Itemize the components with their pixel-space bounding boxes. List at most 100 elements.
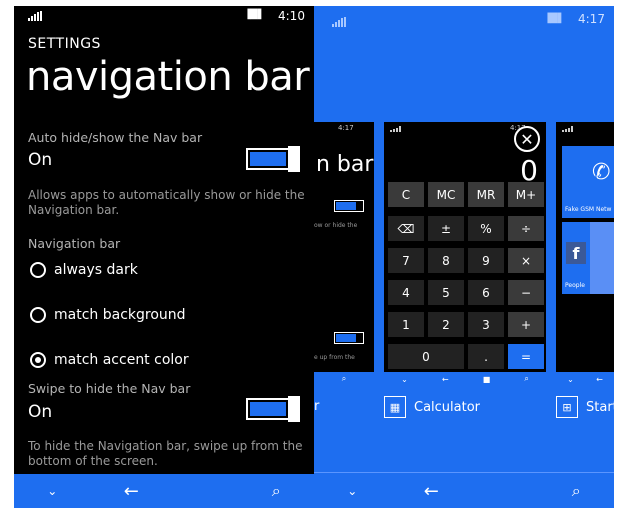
clock: 4:17 — [578, 12, 605, 26]
search-icon: ⌕ — [341, 374, 347, 383]
calc-key[interactable]: % — [468, 216, 504, 241]
calc-key[interactable]: 5 — [428, 280, 464, 305]
close-icon[interactable]: ✕ — [514, 126, 540, 152]
calculator-card-label[interactable]: ▦ Calculator — [384, 396, 480, 418]
signal-icon — [390, 126, 401, 132]
toggle-fill — [250, 152, 286, 166]
chevron-down-icon: ⌄ — [401, 374, 408, 384]
tile-label: Fake GSM Netw — [565, 206, 612, 213]
calc-key[interactable]: 3 — [468, 312, 504, 337]
radio-label: match background — [54, 307, 186, 323]
calc-key[interactable]: 6 — [468, 280, 504, 305]
people-tile: f People — [562, 222, 614, 294]
page-header: SETTINGS — [28, 36, 101, 52]
back-arrow-icon: ← — [441, 374, 449, 384]
swipe-hide-description: To hide the Navigation bar, swipe up fro… — [28, 439, 303, 468]
calc-key[interactable]: 9 — [468, 248, 504, 273]
calc-key[interactable]: . — [468, 344, 504, 369]
swipe-hide-label: Swipe to hide the Nav bar — [28, 381, 191, 396]
calc-key[interactable]: M+ — [508, 182, 544, 207]
search-icon[interactable]: ⌕ — [572, 481, 581, 501]
radio-match-background[interactable]: match background — [30, 307, 186, 323]
battery-icon: ▐█▌ — [244, 10, 265, 20]
calc-key[interactable]: 7 — [388, 248, 424, 273]
radio-label: always dark — [54, 262, 138, 278]
radio-match-accent-color[interactable]: match accent color — [30, 352, 189, 368]
toggle-knob — [288, 396, 300, 422]
app-name: Calculator — [414, 399, 481, 415]
page-title: navigation bar — [26, 54, 310, 100]
signal-icon — [332, 17, 346, 27]
phone-icon: ✆ — [592, 160, 611, 185]
back-arrow-icon: ← — [596, 374, 603, 384]
mini-toggle — [334, 200, 364, 212]
facebook-icon: f — [566, 242, 586, 264]
nav-bar-section-label: Navigation bar — [28, 236, 121, 251]
navigation-bar: ⌄ ← ⌕ — [314, 472, 614, 508]
calc-key[interactable]: MR — [468, 182, 504, 207]
mini-nav-bar: ⌄ ← — [556, 372, 614, 386]
radio-always-dark[interactable]: always dark — [30, 262, 138, 278]
calculator-app-card[interactable]: 4:17 0 CMCMRM+⌫±%÷789×456−123+0.= ⌄ ← ■ … — [384, 122, 546, 386]
card-status: 4:17 — [338, 124, 354, 132]
search-icon: ⌕ — [524, 374, 529, 383]
mini-toggle — [334, 332, 364, 344]
back-arrow-icon[interactable]: ← — [124, 481, 139, 502]
people-photo — [590, 222, 614, 294]
start-card-label[interactable]: ⊞ Start — [556, 396, 614, 418]
toggle-knob — [288, 146, 300, 172]
calc-key[interactable]: 4 — [388, 280, 424, 305]
card-desc-fragment: ow or hide the — [314, 222, 358, 229]
settings-app-card[interactable]: 4:17 n bar ow or hide the e up from the … — [314, 122, 374, 386]
task-switcher-screen: ▐█▌ 4:17 4:17 n bar ow or hide the e up … — [314, 6, 614, 508]
status-bar: ▐█▌ 4:10 — [14, 6, 314, 28]
navigation-bar: ⌄ ← ⌕ — [14, 474, 314, 508]
calc-key[interactable]: + — [508, 312, 544, 337]
toggle-fill — [250, 402, 286, 416]
calc-key[interactable]: ÷ — [508, 216, 544, 241]
card-title-fragment: n bar — [316, 152, 374, 177]
calc-key[interactable]: C — [388, 182, 424, 207]
app-name: Start — [586, 399, 614, 415]
search-icon[interactable]: ⌕ — [272, 481, 281, 501]
auto-hide-label: Auto hide/show the Nav bar — [28, 130, 203, 145]
swipe-hide-toggle[interactable] — [246, 396, 300, 422]
back-arrow-icon[interactable]: ← — [424, 481, 439, 502]
swipe-hide-state: On — [28, 402, 53, 422]
calc-key[interactable]: ± — [428, 216, 464, 241]
chevron-down-icon[interactable]: ⌄ — [347, 484, 357, 498]
radio-circle — [30, 307, 46, 323]
windows-icon: ■ — [482, 374, 491, 384]
calc-key[interactable]: 8 — [428, 248, 464, 273]
mini-nav-bar: ⌄ ← ■ ⌕ — [384, 372, 546, 386]
radio-circle — [30, 262, 46, 278]
radio-circle-selected — [30, 352, 46, 368]
signal-icon — [562, 126, 573, 132]
signal-icon — [28, 11, 42, 21]
chevron-down-icon[interactable]: ⌄ — [47, 484, 57, 498]
calc-key[interactable]: MC — [428, 182, 464, 207]
windows-icon: ⊞ — [556, 396, 578, 418]
radio-label: match accent color — [54, 352, 189, 368]
calculator-icon: ▦ — [384, 396, 406, 418]
battery-icon: ▐█▌ — [544, 14, 565, 24]
chevron-down-icon: ⌄ — [567, 374, 574, 384]
start-screen-card[interactable]: ✆ Fake GSM Netw f People ⌄ ← — [556, 122, 614, 386]
calc-key[interactable]: 2 — [428, 312, 464, 337]
calc-key[interactable]: 1 — [388, 312, 424, 337]
card-bottom-fragment: e up from the — [314, 354, 355, 361]
clock: 4:10 — [278, 9, 305, 23]
mini-nav-bar: ⌕ — [314, 372, 374, 386]
phone-tile: ✆ Fake GSM Netw — [562, 146, 614, 218]
settings-card-label: r — [314, 399, 320, 414]
settings-screen: ▐█▌ 4:10 SETTINGS navigation bar Auto hi… — [14, 6, 314, 508]
calc-key[interactable]: − — [508, 280, 544, 305]
tile-label: People — [565, 282, 585, 289]
auto-hide-toggle[interactable] — [246, 146, 300, 172]
calc-key[interactable]: × — [508, 248, 544, 273]
auto-hide-state: On — [28, 150, 53, 170]
auto-hide-description: Allows apps to automatically show or hid… — [28, 188, 305, 217]
calc-key[interactable]: 0 — [388, 344, 464, 369]
calc-key[interactable]: = — [508, 344, 544, 369]
calc-key[interactable]: ⌫ — [388, 216, 424, 241]
